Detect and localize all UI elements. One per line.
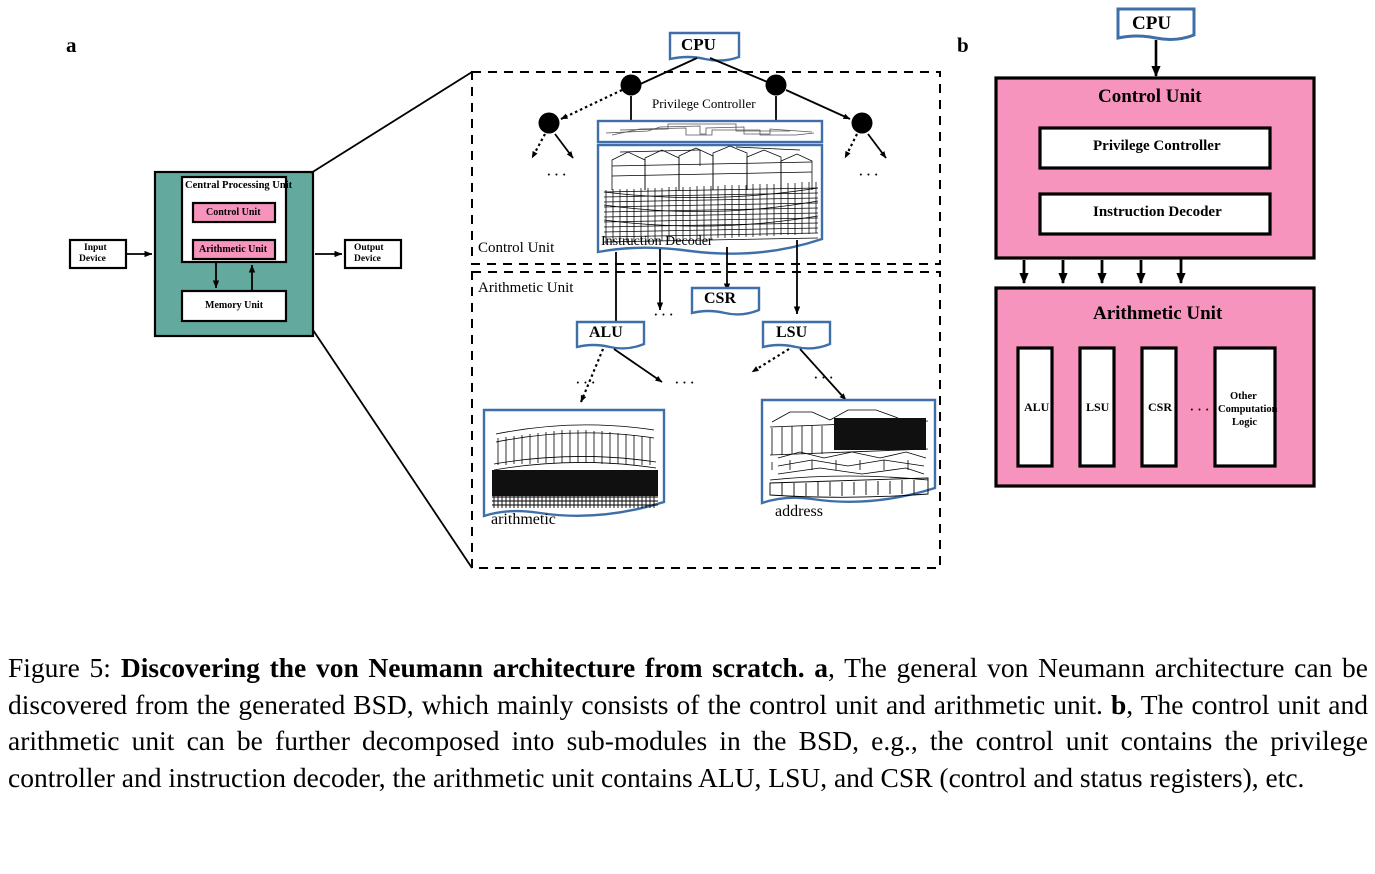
bsd-node-dot-3: [538, 112, 560, 134]
panel-b-other-logic-line2: Computation: [1218, 404, 1278, 415]
input-device-label-line1: Input: [84, 243, 107, 253]
ellipsis-lsu: ···: [813, 368, 836, 387]
ellipsis-alu-left: ···: [575, 373, 598, 392]
panel-b-other-logic-line1: Other: [1230, 391, 1257, 402]
panel-b-other-logic-line3: Logic: [1232, 417, 1258, 428]
arithmetic-leaf-label: arithmetic: [491, 511, 556, 528]
memory-unit-label: Memory Unit: [205, 300, 264, 311]
panel-b-lsu-label: LSU: [1086, 400, 1110, 414]
figure-caption: Figure 5: Discovering the von Neumann arc…: [8, 650, 1368, 796]
address-leaf-label: address: [775, 503, 823, 520]
ellipsis-decoder-out: ···: [653, 305, 676, 324]
von-neumann-block-diagram: [68, 71, 473, 569]
panel-b-ellipsis: ···: [1189, 400, 1212, 419]
output-device-label-line1: Output: [354, 243, 384, 253]
figure-caption-a-marker: a: [814, 652, 829, 683]
panel-b-csr-label: CSR: [1148, 400, 1173, 414]
bsd-lsu-label: LSU: [776, 324, 808, 341]
leaf-arrow-right-dotted: [844, 133, 858, 159]
bsd-node-dot-2: [765, 74, 787, 96]
panel-b-instruction-decoder-label: Instruction Decoder: [1093, 204, 1222, 220]
panel-b-privilege-controller-label: Privilege Controller: [1093, 138, 1221, 154]
output-device-label-line2: Device: [354, 254, 381, 264]
leaf-arrow-left-dotted: [531, 133, 546, 159]
arithmetic-unit-region-label: Arithmetic Unit: [478, 280, 574, 296]
instruction-decoder-label-a: Instruction Decoder: [601, 234, 713, 249]
ellipsis-right-top: ···: [858, 165, 881, 184]
panel-b-alu-label: ALU: [1024, 400, 1050, 414]
arithmetic-leaf-dense-1: [492, 470, 658, 496]
bsd-node-dot-4: [851, 112, 873, 134]
figure-root: a b Central Processing Unit Control Unit…: [0, 0, 1375, 874]
bsd-alu-label: ALU: [589, 324, 623, 341]
ellipsis-alu-right: ···: [674, 373, 697, 392]
panel-b-control-unit-title: Control Unit: [1098, 86, 1202, 107]
zoom-guide-bottom: [312, 329, 473, 569]
bsd-cpu-label: CPU: [681, 35, 716, 54]
control-unit-label-a: Control Unit: [206, 207, 261, 218]
address-leaf-box: [760, 398, 937, 505]
bsd-node-dot-1: [620, 74, 642, 96]
arithmetic-unit-label-a: Arithmetic Unit: [199, 244, 268, 255]
figure-caption-title: Discovering the von Neumann architecture…: [120, 652, 805, 683]
lsu-edge-dotted: [751, 348, 790, 373]
panel-b-arithmetic-unit-title: Arithmetic Unit: [1093, 303, 1223, 324]
ellipsis-left-top: ···: [546, 165, 569, 184]
edge-dot1-to-dot3: [560, 89, 623, 120]
panel-b-cpu-label: CPU: [1132, 13, 1172, 34]
input-device-label-line2: Device: [79, 254, 106, 264]
figure-caption-b-marker: b: [1110, 688, 1127, 720]
alu-edge-solid: [613, 348, 663, 383]
privilege-controller-label-a: Privilege Controller: [652, 96, 756, 111]
control-unit-region-label: Control Unit: [478, 240, 555, 256]
bsd-csr-label: CSR: [704, 290, 737, 307]
edge-dot2-to-dot4: [785, 89, 851, 120]
figure-caption-label: Figure 5:: [8, 652, 111, 683]
central-processing-unit-label: Central Processing Unit: [185, 180, 293, 191]
leaf-arrow-left-solid: [554, 133, 574, 159]
leaf-arrow-right-solid: [867, 133, 887, 159]
zoom-guide-top: [310, 71, 473, 174]
address-leaf-dense: [834, 418, 926, 450]
